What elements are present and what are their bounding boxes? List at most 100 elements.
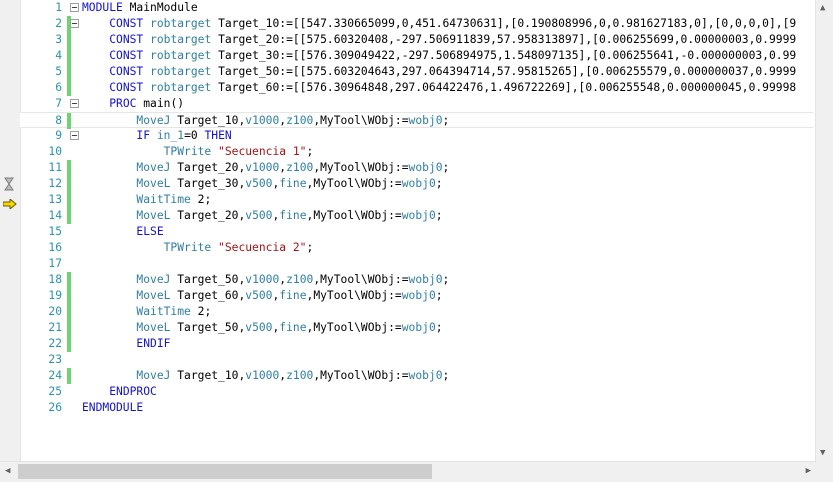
code-token: MoveL — [136, 209, 171, 222]
code-token: Target_60:=[[576.30964848,297.064422476,… — [211, 81, 797, 94]
collapse-toggle-icon[interactable] — [70, 99, 79, 108]
line-number: 16 — [48, 241, 62, 254]
code-line[interactable]: 12 MoveL Target_30,v500,fine,MyTool\WObj… — [20, 176, 813, 192]
code-line[interactable]: 25 ENDPROC — [20, 384, 813, 400]
code-token: WaitTime — [136, 193, 191, 206]
rapid-code-editor[interactable]: 1 MODULE MainModule 2 CONST robtarget Targ… — [0, 0, 833, 482]
change-marker — [67, 176, 71, 192]
code-token: ; — [435, 289, 443, 302]
code-line[interactable]: 18 MoveJ Target_50,v1000,z100,MyTool\WOb… — [20, 272, 813, 288]
code-token: fine — [279, 289, 307, 302]
line-number: 15 — [48, 225, 62, 238]
horizontal-scrollbar[interactable]: ◀ ▶ — [0, 461, 816, 482]
collapse-toggle-icon[interactable] — [70, 19, 79, 28]
code-token: ; — [442, 161, 450, 174]
line-number: 6 — [55, 81, 62, 94]
code-text: MoveJ Target_50,v1000,z100,MyTool\WObj:=… — [82, 272, 449, 288]
code-token: Target_50, — [170, 273, 246, 286]
collapse-toggle-icon[interactable] — [70, 131, 79, 140]
code-token: MoveJ — [136, 273, 171, 286]
code-token: THEN — [204, 129, 232, 142]
code-line[interactable]: 17 — [20, 256, 813, 272]
code-line[interactable]: 23 — [20, 352, 813, 368]
line-number: 23 — [48, 353, 62, 366]
breakpoint-gutter[interactable] — [0, 0, 21, 462]
code-token: CONST — [109, 33, 144, 46]
horizontal-scroll-thumb[interactable] — [18, 464, 432, 479]
change-marker — [67, 368, 71, 384]
code-token: MoveL — [136, 177, 171, 190]
code-token: ; — [435, 321, 443, 334]
code-token: v500 — [245, 209, 273, 222]
code-token: Target_60, — [170, 289, 246, 302]
code-token: PROC — [109, 97, 137, 110]
code-line[interactable]: 15 ELSE — [20, 224, 813, 240]
code-line[interactable]: 8 MoveJ Target_10,v1000,z100,MyTool\WObj… — [20, 112, 813, 129]
line-number: 25 — [48, 385, 62, 398]
code-line[interactable]: 14 MoveL Target_20,v500,fine,MyTool\WObj… — [20, 208, 813, 224]
code-token: MoveL — [136, 321, 171, 334]
code-token: Target_20, — [170, 161, 246, 174]
change-marker — [67, 32, 71, 48]
line-number: 7 — [55, 97, 62, 110]
code-token: Target_30, — [170, 177, 246, 190]
code-line[interactable]: 13 WaitTime 2; — [20, 192, 813, 208]
code-token: "Secuencia 2" — [218, 241, 307, 254]
change-marker — [67, 336, 71, 352]
code-token: Target_20, — [170, 209, 246, 222]
code-token: ; — [435, 177, 443, 190]
code-line[interactable]: 4 CONST robtarget Target_30:=[[576.30904… — [20, 48, 813, 64]
code-line[interactable]: 22 ENDIF — [20, 336, 813, 352]
line-number: 9 — [55, 129, 62, 142]
line-number: 14 — [48, 209, 62, 222]
collapse-toggle-icon[interactable] — [70, 3, 79, 12]
scroll-down-arrow-icon[interactable]: ▼ — [820, 449, 825, 458]
code-text: MoveL Target_50,v500,fine,MyTool\WObj:=w… — [82, 320, 443, 336]
code-token: z100 — [286, 161, 314, 174]
code-token: fine — [279, 177, 307, 190]
code-line[interactable]: 16 TPWrite "Secuencia 2"; — [20, 240, 813, 256]
code-line[interactable]: 2 CONST robtarget Target_10:=[[547.33066… — [20, 16, 813, 32]
code-token: wobj0 — [401, 177, 436, 190]
code-line[interactable]: 5 CONST robtarget Target_50:=[[575.60320… — [20, 64, 813, 80]
code-token: Target_10, — [170, 114, 246, 127]
code-token: ENDPROC — [109, 385, 157, 398]
code-text: TPWrite "Secuencia 1"; — [82, 144, 314, 160]
program-pointer-arrow-icon — [2, 194, 17, 211]
code-token: CONST — [109, 17, 144, 30]
code-line[interactable]: 21 MoveL Target_50,v500,fine,MyTool\WObj… — [20, 320, 813, 336]
code-line[interactable]: 19 MoveL Target_60,v500,fine,MyTool\WObj… — [20, 288, 813, 304]
code-line[interactable]: 7 PROC main() — [20, 96, 813, 112]
code-line[interactable]: 9 IF in_1=0 THEN — [20, 128, 813, 144]
line-number: 8 — [55, 114, 62, 127]
code-line[interactable]: 26 ENDMODULE — [20, 400, 813, 416]
code-token: MODULE — [82, 1, 123, 14]
code-text: ENDMODULE — [82, 400, 143, 416]
code-text: CONST robtarget Target_30:=[[576.3090494… — [82, 48, 796, 64]
code-token: ,MyTool\WObj:= — [306, 177, 402, 190]
scroll-up-arrow-icon[interactable]: ▲ — [820, 4, 825, 13]
code-line[interactable]: 10 TPWrite "Secuencia 1"; — [20, 144, 813, 160]
code-line[interactable]: 1 MODULE MainModule — [20, 0, 813, 16]
code-token: v1000 — [245, 161, 280, 174]
code-lines[interactable]: 1 MODULE MainModule 2 CONST robtarget Targ… — [20, 0, 813, 462]
code-token: ,MyTool\WObj:= — [313, 369, 409, 382]
scroll-right-arrow-icon[interactable]: ▶ — [806, 467, 811, 476]
change-marker — [67, 272, 71, 288]
code-line[interactable]: 11 MoveJ Target_20,v1000,z100,MyTool\WOb… — [20, 160, 813, 176]
code-text: MoveJ Target_10,v1000,z100,MyTool\WObj:=… — [82, 368, 449, 384]
change-marker — [67, 192, 71, 208]
code-line[interactable]: 3 CONST robtarget Target_20:=[[575.60320… — [20, 32, 813, 48]
code-token: robtarget — [150, 81, 212, 94]
line-number: 21 — [48, 321, 62, 334]
code-text: WaitTime 2; — [82, 304, 211, 320]
code-line[interactable]: 24 MoveJ Target_10,v1000,z100,MyTool\WOb… — [20, 368, 813, 384]
code-token: ; — [442, 114, 450, 127]
scroll-left-arrow-icon[interactable]: ◀ — [5, 467, 10, 476]
code-token: in_1 — [156, 129, 185, 142]
code-line[interactable]: 6 CONST robtarget Target_60:=[[576.30964… — [20, 80, 813, 96]
vertical-scrollbar[interactable]: ▲ ▼ — [815, 0, 833, 462]
code-line[interactable]: 20 WaitTime 2; — [20, 304, 813, 320]
code-token: wobj0 — [408, 369, 443, 382]
line-number: 18 — [48, 273, 62, 286]
